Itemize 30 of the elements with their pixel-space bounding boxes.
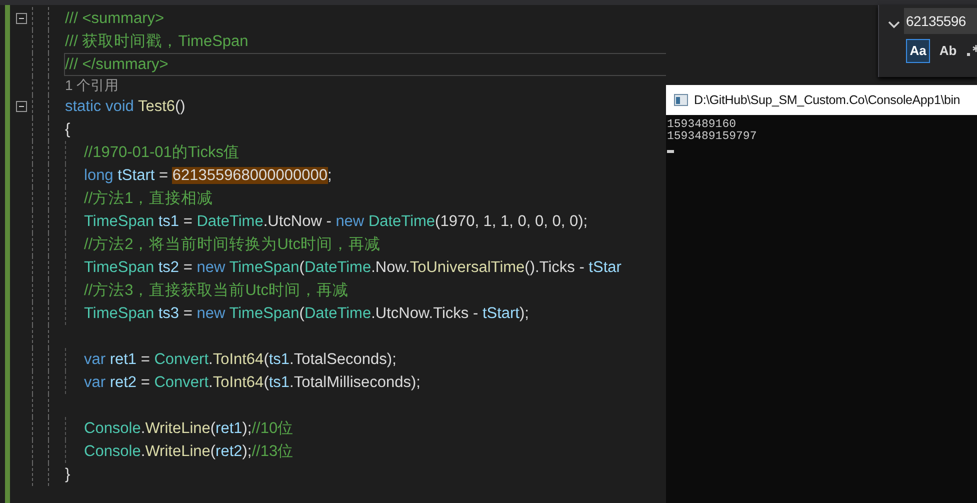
code-line: Console.WriteLine(ret2);//13位 — [65, 440, 294, 463]
code-line: /// <summary> — [65, 9, 164, 29]
console-icon — [674, 94, 688, 106]
code-line: var ret1 = Convert.ToInt64(ts1.TotalSeconds); — [65, 348, 396, 371]
console-output: 1593489159797 — [666, 131, 758, 143]
code-line: long tStart = 621355968000000000; — [65, 164, 332, 187]
whole-word-toggle[interactable]: Ab — [936, 39, 960, 63]
code-line: //1970-01-01的Ticks值 — [65, 141, 240, 164]
text-cursor — [667, 150, 674, 153]
code-line: } — [65, 465, 70, 485]
code-line: //方法1，直接相减 — [65, 187, 214, 210]
code-line: TimeSpan ts1 = DateTime.UtcNow - new DateTime(1970, 1, 1, 0, 0, 0, 0); — [65, 210, 588, 233]
console-output: 1593489160 — [666, 119, 738, 131]
code-line: var ret2 = Convert.ToInt64(ts1.TotalMilliseconds); — [65, 371, 420, 394]
code-line: //方法2，将当前时间转换为Utc时间，再减 — [65, 233, 380, 256]
collapse-icon[interactable] — [16, 101, 26, 112]
code-line: Console.WriteLine(ret1);//10位 — [65, 417, 294, 440]
code-line: /// </summary> — [65, 54, 666, 75]
code-line: TimeSpan ts2 = new TimeSpan(DateTime.Now.ToUniversalTime().Ticks - tStar — [65, 256, 622, 279]
code-line: /// 获取时间戳，TimeSpan — [65, 32, 248, 52]
window-title: D:\GitHub\Sup_SM_Custom.Co\ConsoleApp1\bin — [694, 92, 960, 109]
code-line: //方法3，直接获取当前Utc时间，再减 — [65, 279, 348, 302]
collapse-icon[interactable] — [16, 13, 26, 24]
search-field[interactable]: 62135596 — [904, 8, 977, 34]
code-line: static void Test6() — [65, 97, 186, 117]
match-case-toggle[interactable]: Aa — [906, 39, 930, 63]
regex-icon[interactable] — [966, 44, 977, 58]
code-line: TimeSpan ts3 = new TimeSpan(DateTime.UtcNow.Ticks - tStart); — [65, 302, 529, 325]
code-line: { — [65, 120, 70, 140]
reference-count[interactable]: 1 个引用 — [65, 75, 119, 96]
